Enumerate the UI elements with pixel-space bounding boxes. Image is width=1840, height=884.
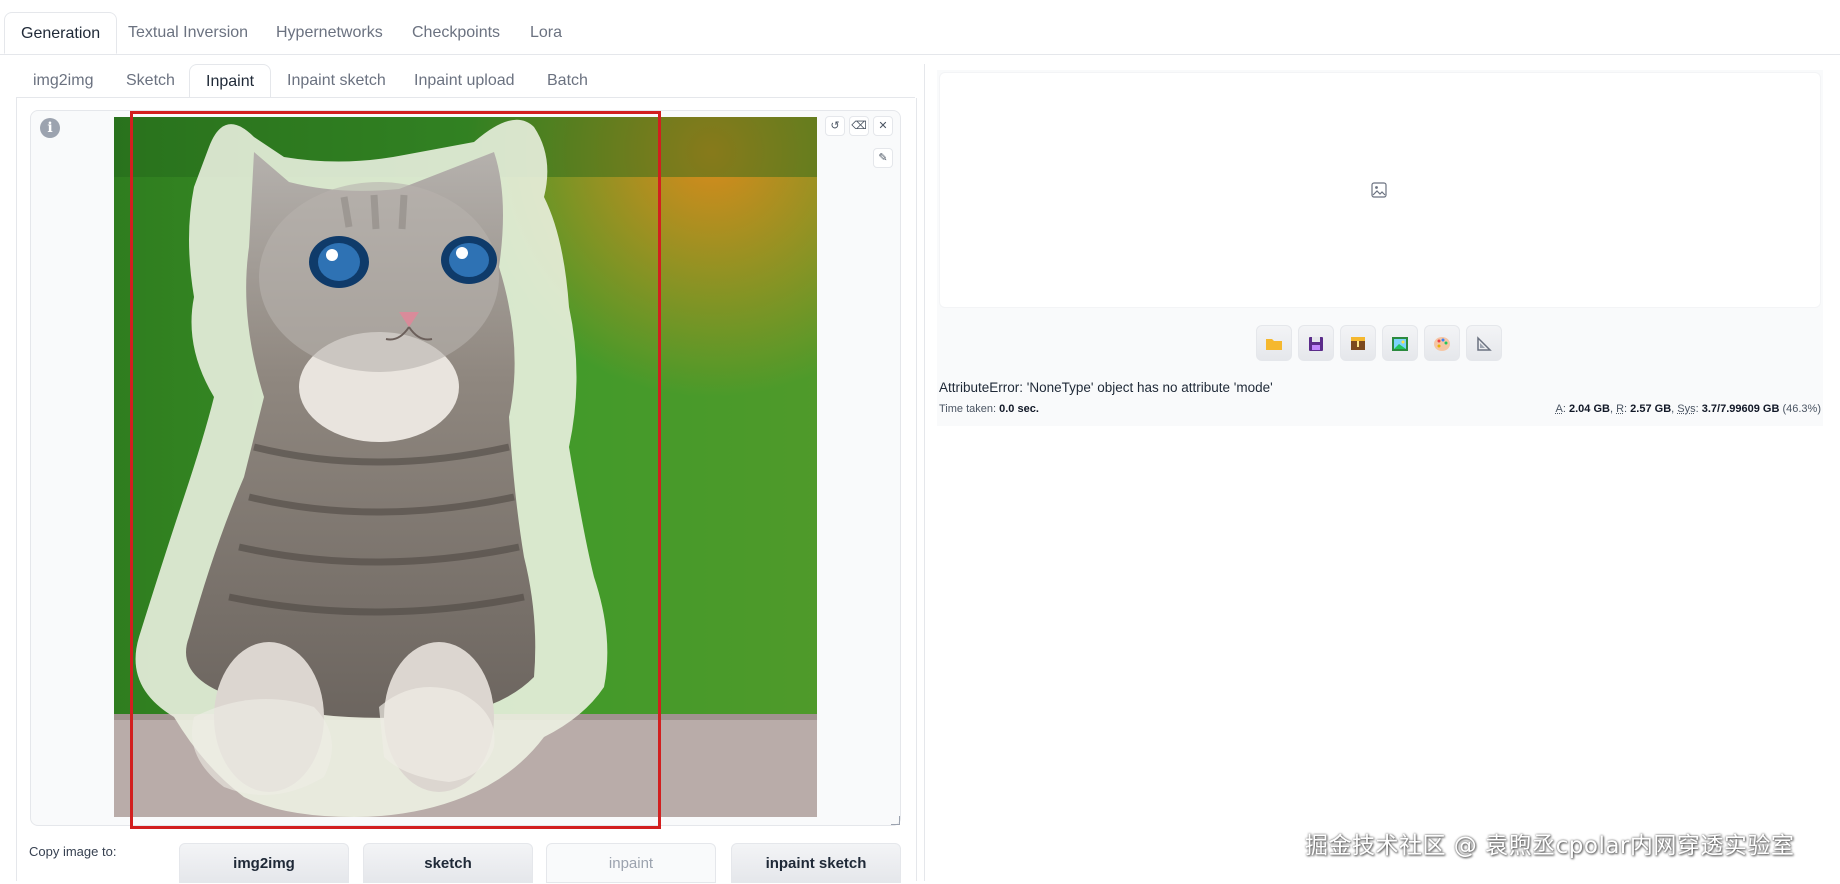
zip-icon[interactable]: [1340, 325, 1376, 361]
tab-generation[interactable]: Generation: [4, 12, 118, 54]
send-inpaint-icon[interactable]: [1424, 325, 1460, 361]
subtab-batch[interactable]: Batch: [531, 64, 604, 98]
copy-image-label: Copy image to:: [29, 844, 117, 859]
tab-checkpoints[interactable]: Checkpoints: [396, 12, 516, 54]
save-icon[interactable]: [1298, 325, 1334, 361]
clear-icon[interactable]: ⌫: [849, 116, 869, 136]
mem-pct: (46.3%): [1782, 403, 1821, 415]
mem-a-label: A: [1555, 403, 1563, 415]
folder-icon[interactable]: [1256, 325, 1292, 361]
copy-to-inpaint-button[interactable]: inpaint: [546, 843, 716, 883]
watermark: 掘金技术社区 @ 袁煦丞cpolar内网穿透实验室: [1305, 833, 1795, 859]
time-label: Time taken:: [939, 403, 997, 415]
time-value: 0.0 sec.: [999, 403, 1039, 415]
mem-sys-label: Sys: [1677, 403, 1696, 415]
error-message: AttributeError: 'NoneType' object has no…: [939, 380, 1273, 395]
tab-hypernetworks[interactable]: Hypernetworks: [260, 12, 399, 54]
copy-to-sketch-button[interactable]: sketch: [363, 843, 533, 883]
memory-stats: A: 2.04 GB, R: 2.57 GB, Sys: 3.7/7.99609…: [1555, 403, 1821, 415]
undo-icon[interactable]: ↺: [825, 116, 845, 136]
resize-handle[interactable]: [891, 816, 900, 825]
mem-r-value: 2.57 GB: [1630, 403, 1672, 415]
copy-to-img2img-button[interactable]: img2img: [179, 843, 349, 883]
mem-r-label: R: [1616, 403, 1625, 415]
subtab-inpaint[interactable]: Inpaint: [189, 64, 272, 99]
tab-textual-inversion[interactable]: Textual Inversion: [112, 12, 264, 54]
subtab-inpaint-sketch[interactable]: Inpaint sketch: [271, 64, 402, 98]
subtab-sketch[interactable]: Sketch: [110, 64, 191, 98]
time-taken: Time taken: 0.0 sec.: [939, 403, 1039, 415]
panel-divider: [924, 64, 925, 881]
tab-lora[interactable]: Lora: [514, 12, 578, 54]
mem-a-value: 2.04 GB: [1569, 403, 1610, 415]
info-icon[interactable]: i: [40, 118, 60, 138]
mem-sys-value: 3.7/7.99609 GB: [1701, 403, 1780, 415]
copy-to-inpaint-sketch-button[interactable]: inpaint sketch: [731, 843, 901, 883]
highlight-box: [130, 111, 661, 829]
send-image-icon[interactable]: [1382, 325, 1418, 361]
send-extras-icon[interactable]: [1466, 325, 1502, 361]
top-tab-bar: Generation Textual Inversion Hypernetwor…: [0, 0, 1840, 55]
image-placeholder-icon: [1371, 182, 1387, 198]
close-icon[interactable]: ✕: [873, 116, 893, 136]
brush-icon[interactable]: ✎: [873, 148, 893, 168]
subtab-inpaint-upload[interactable]: Inpaint upload: [398, 64, 531, 98]
subtab-img2img[interactable]: img2img: [17, 64, 109, 98]
